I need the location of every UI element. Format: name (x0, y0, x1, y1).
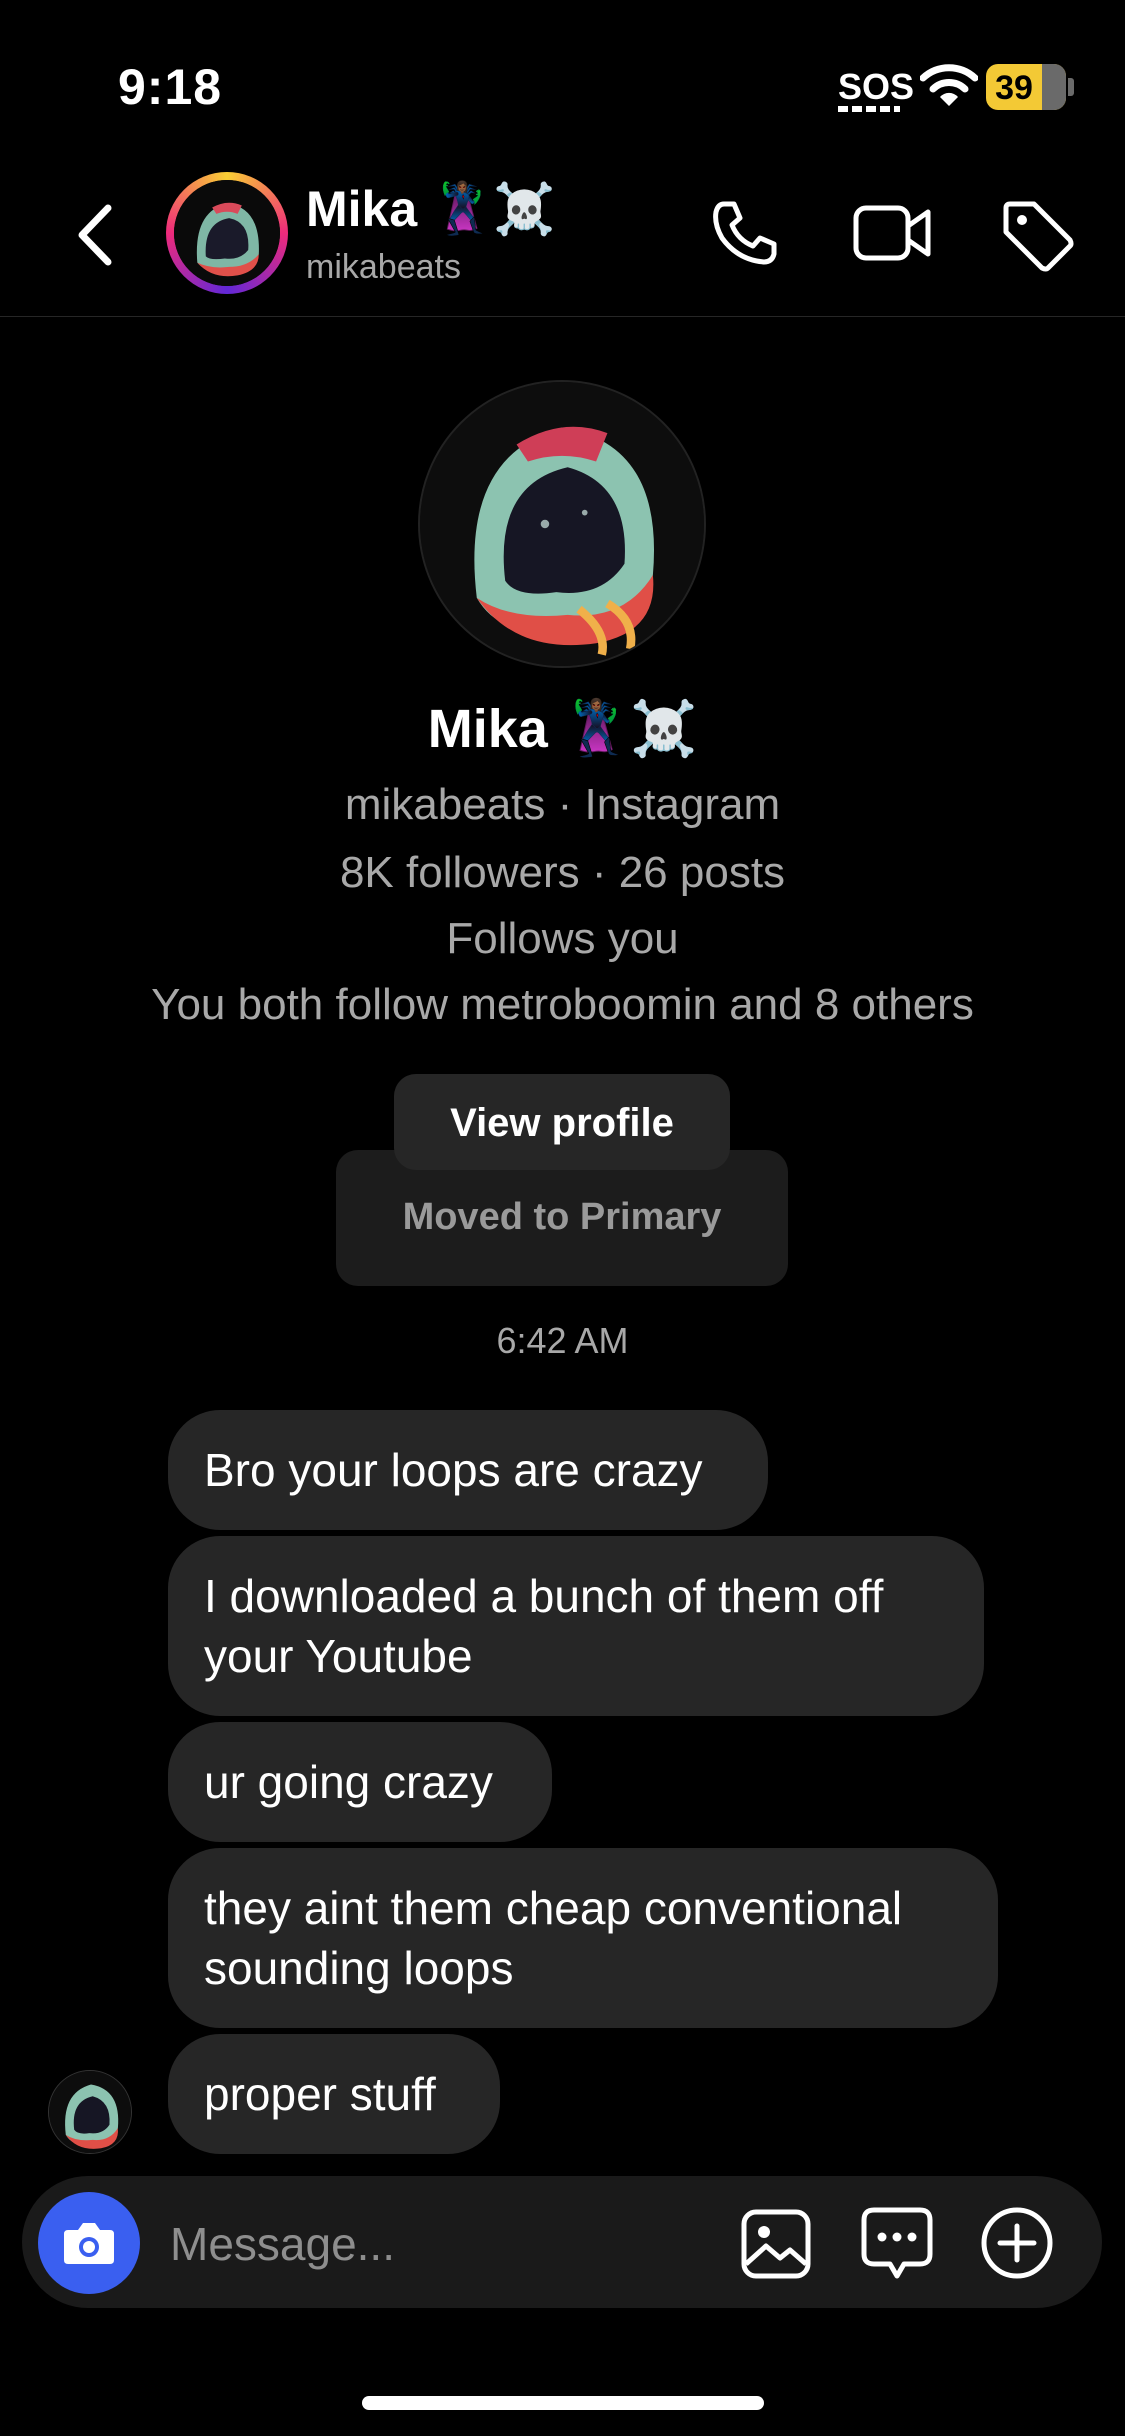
camera-icon (64, 2223, 114, 2264)
phone-icon[interactable] (710, 198, 780, 268)
message-input[interactable] (168, 2210, 712, 2278)
battery-tip (1068, 78, 1074, 96)
message-bubble[interactable]: I downloaded a bunch of them off your Yo… (168, 1536, 984, 1716)
profile-avatar[interactable] (418, 380, 706, 668)
follows-you-label: Follows you (446, 914, 679, 963)
message-bubble[interactable]: Bro your loops are crazy (168, 1410, 768, 1530)
video-call-icon[interactable] (852, 198, 932, 268)
gallery-icon[interactable] (740, 2208, 812, 2280)
astronaut-helmet-icon (174, 180, 280, 286)
camera-button[interactable] (38, 2192, 140, 2294)
battery-icon: 39 (986, 64, 1066, 110)
profile-subtitle: mikabeats · Instagram (344, 780, 781, 829)
message-bubble[interactable]: they aint them cheap conventional soundi… (168, 1848, 998, 2028)
plus-icon[interactable] (980, 2206, 1054, 2280)
message-timestamp: 6:42 AM (496, 1320, 629, 1361)
wifi-icon (920, 64, 978, 106)
message-bubble[interactable]: ur going crazy (168, 1722, 552, 1842)
battery-level: 39 (995, 69, 1033, 107)
back-icon[interactable] (70, 200, 120, 270)
header-avatar[interactable] (174, 180, 280, 286)
header-username[interactable]: mikabeats (306, 248, 461, 287)
astronaut-helmet-icon (420, 382, 704, 666)
home-indicator[interactable] (362, 2396, 764, 2410)
header-contact-name[interactable]: Mika 🦹🏾‍♀️☠️ (306, 180, 556, 239)
sos-label: SOS (838, 66, 915, 107)
status-time: 9:18 (118, 59, 223, 115)
header-divider (0, 316, 1125, 317)
astronaut-helmet-icon (49, 2071, 131, 2153)
tag-icon[interactable] (1000, 198, 1076, 274)
mutual-followers: You both follow metroboomin and 8 others (151, 980, 974, 1029)
sos-indicator (838, 106, 900, 112)
sticker-icon[interactable] (860, 2206, 934, 2282)
profile-name: Mika 🦹🏾‍♀️☠️ (427, 699, 698, 759)
message-bubble[interactable]: proper stuff (168, 2034, 500, 2154)
profile-stats: 8K followers · 26 posts (339, 848, 786, 897)
view-profile-button[interactable]: View profile (394, 1074, 730, 1170)
sender-avatar[interactable] (48, 2070, 132, 2154)
